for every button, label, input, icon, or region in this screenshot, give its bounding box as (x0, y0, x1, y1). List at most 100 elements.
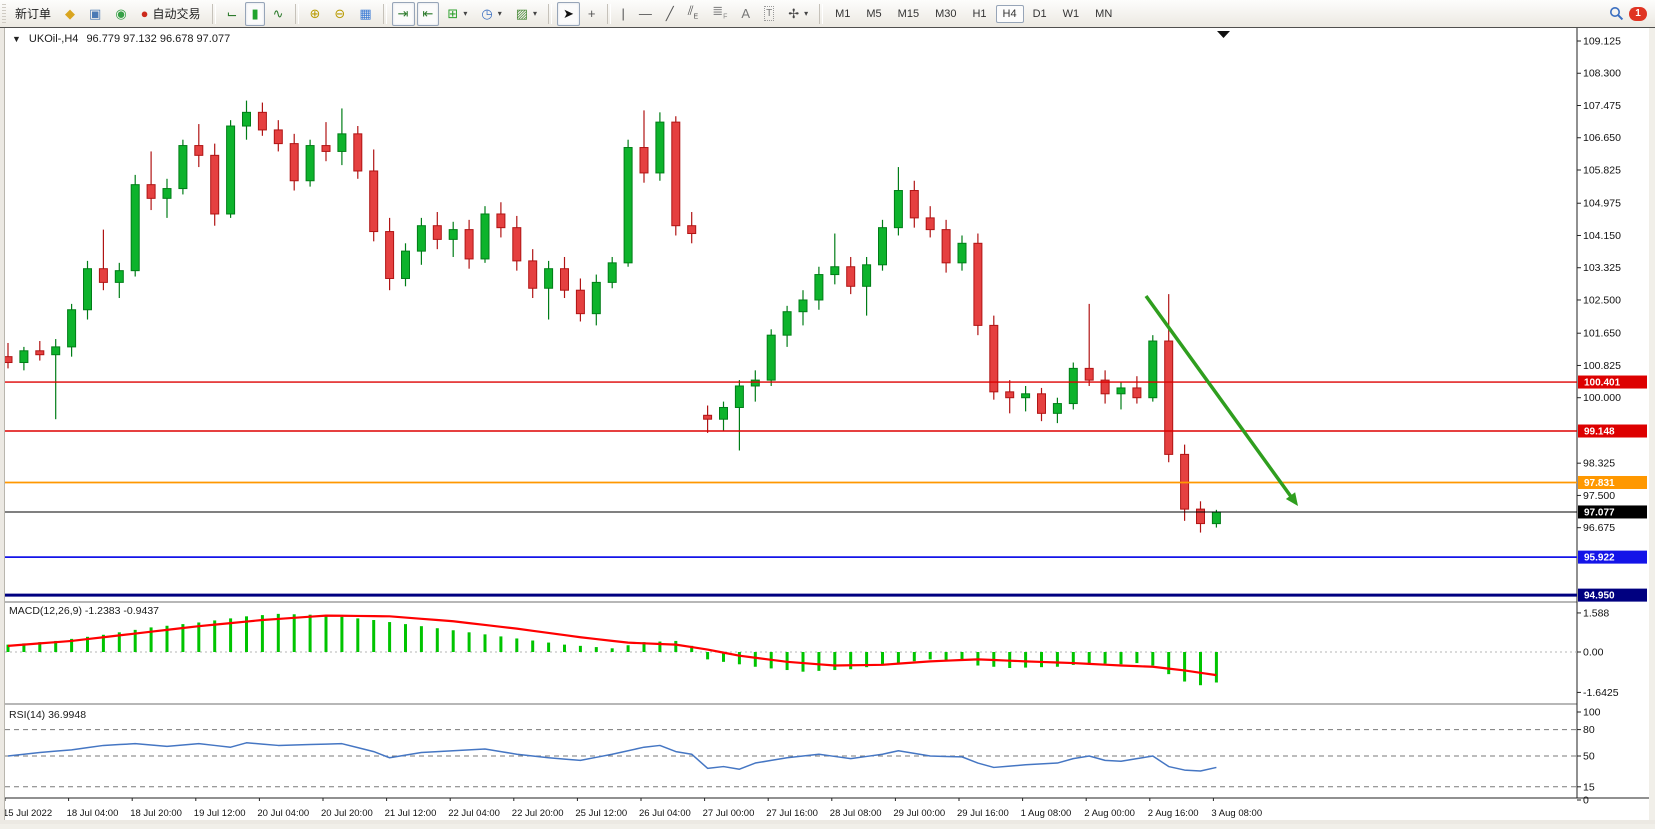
candle-body (4, 357, 12, 363)
bar-chart-button[interactable]: ⌙ (221, 2, 244, 26)
chart-shift-marker[interactable] (1217, 31, 1230, 38)
macd-histogram-bar (388, 622, 391, 652)
macd-histogram-bar (1135, 652, 1138, 663)
candle-body (290, 144, 298, 181)
macd-histogram-bar (484, 634, 487, 652)
timeframe-m1[interactable]: M1 (828, 5, 857, 23)
candle-body (863, 265, 871, 286)
periods-button[interactable]: ◷▾ (475, 2, 507, 26)
timeframe-h1[interactable]: H1 (965, 5, 993, 23)
arrows-button[interactable]: ✢▾ (782, 2, 814, 26)
zoom-in-button[interactable]: ⊕ (304, 2, 327, 26)
price-axis-label: 105.825 (1583, 164, 1621, 176)
macd-histogram-bar (404, 624, 407, 652)
candle-body (402, 251, 410, 278)
scroll-group: ⇥ ⇤ (391, 0, 441, 27)
candle-body (720, 407, 728, 419)
timeframe-m30[interactable]: M30 (928, 5, 963, 23)
timeframe-m15[interactable]: M15 (891, 5, 926, 23)
candle-body (20, 351, 28, 363)
macd-histogram-bar (436, 628, 439, 652)
candle-body (84, 269, 92, 310)
chevron-down-icon: ▾ (533, 9, 537, 18)
candle-body (656, 122, 664, 173)
charts-button[interactable]: ◆ (59, 2, 81, 26)
zoom-out-icon: ⊖ (334, 7, 345, 20)
timeframe-m5[interactable]: M5 (859, 5, 888, 23)
line-chart-button[interactable]: ∿ (267, 2, 290, 26)
text-label-button[interactable]: T (758, 2, 780, 26)
candle-body (131, 185, 139, 271)
new-order-button[interactable]: 新订单 (9, 2, 57, 26)
macd-histogram-bar (897, 652, 900, 663)
indicators-button[interactable]: ⊞▾ (441, 2, 473, 26)
separator (295, 4, 299, 24)
macd-histogram-bar (420, 626, 423, 652)
tile-windows-button[interactable]: ▦ (353, 2, 377, 26)
price-axis-label: 108.300 (1583, 68, 1621, 80)
macd-histogram-bar (515, 638, 518, 652)
horizontal-line-button[interactable]: — (633, 2, 658, 26)
timeframe-h4[interactable]: H4 (996, 5, 1024, 23)
candle-body (306, 146, 314, 181)
timeframe-w1[interactable]: W1 (1056, 5, 1087, 23)
timeframe-mn[interactable]: MN (1088, 5, 1119, 23)
candle-body (338, 134, 346, 152)
trade-group: 新订单 ◆ ▣ ◉ ● 自动交易 (8, 0, 208, 27)
price-axis-label: 104.150 (1583, 230, 1621, 242)
zoom-out-button[interactable]: ⊖ (328, 2, 351, 26)
text-button[interactable]: A (735, 2, 756, 26)
time-axis-label: 18 Jul 20:00 (130, 808, 182, 819)
macd-histogram-bar (547, 643, 550, 652)
chart-shift-button[interactable]: ⇤ (417, 2, 440, 26)
time-axis-label: 15 Jul 2022 (3, 808, 52, 819)
arrows-icon: ✢ (788, 7, 799, 20)
separator (819, 4, 823, 24)
bar-chart-icon: ⌙ (227, 7, 238, 20)
chart-title[interactable]: ▼ UKOil-,H4 96.779 97.132 96.678 97.077 (12, 33, 230, 45)
candlestick-button[interactable]: ▮ (245, 2, 264, 26)
candle-body (322, 146, 330, 152)
terminal-button[interactable]: ▣ (83, 2, 107, 26)
price-axis-label: 98.325 (1583, 458, 1615, 470)
notification-badge[interactable]: 1 (1629, 7, 1647, 21)
toolbar: 新订单 ◆ ▣ ◉ ● 自动交易 ⌙ ▮ ∿ ⊕ ⊖ ▦ ⇥ ⇤ ⊞▾ ◷▾ ▨… (0, 0, 1655, 28)
terminal-icon: ▣ (89, 7, 101, 20)
clock-icon: ◷ (481, 7, 492, 20)
candle-body (847, 267, 855, 287)
autotrade-button[interactable]: ● 自动交易 (135, 2, 207, 26)
candle-body (449, 230, 457, 240)
price-axis-label: 107.475 (1583, 100, 1621, 112)
templates-button[interactable]: ▨▾ (510, 2, 543, 26)
macd-histogram-bar (1199, 652, 1202, 685)
candle-body (36, 351, 44, 355)
macd-histogram-bar (674, 641, 677, 652)
fibonacci-button[interactable]: ≣F (706, 2, 733, 26)
auto-scroll-button[interactable]: ⇥ (392, 2, 415, 26)
macd-histogram-bar (340, 617, 343, 652)
crosshair-button[interactable]: + (582, 2, 602, 26)
time-axis-label: 29 Jul 16:00 (957, 808, 1009, 819)
candle-body (545, 269, 553, 289)
macd-indicator-label: MACD(12,26,9) -1.2383 -0.9437 (9, 605, 159, 617)
candle-body (1212, 512, 1220, 524)
macd-histogram-bar (1120, 652, 1123, 664)
channel-button[interactable]: ⫽E (682, 2, 704, 26)
price-axis-label: 97.500 (1583, 490, 1615, 502)
candle-body (1006, 392, 1014, 398)
trendline-button[interactable]: ╱ (660, 2, 680, 26)
price-axis-label: 106.650 (1583, 132, 1621, 144)
vertical-line-button[interactable]: | (616, 2, 631, 26)
price-chart-canvas[interactable]: 109.125108.300107.475106.650105.825104.9… (0, 28, 1655, 824)
search-icon[interactable] (1609, 6, 1624, 21)
candle-body (608, 263, 616, 283)
cursor-button[interactable]: ➤ (557, 2, 580, 26)
candle-body (894, 191, 902, 228)
macd-histogram-bar (929, 652, 932, 659)
candle-body (68, 310, 76, 347)
template-icon: ▨ (516, 7, 528, 20)
timeframe-d1[interactable]: D1 (1026, 5, 1054, 23)
text-icon: A (741, 7, 750, 20)
candle-body (99, 269, 107, 283)
signals-button[interactable]: ◉ (109, 2, 132, 26)
